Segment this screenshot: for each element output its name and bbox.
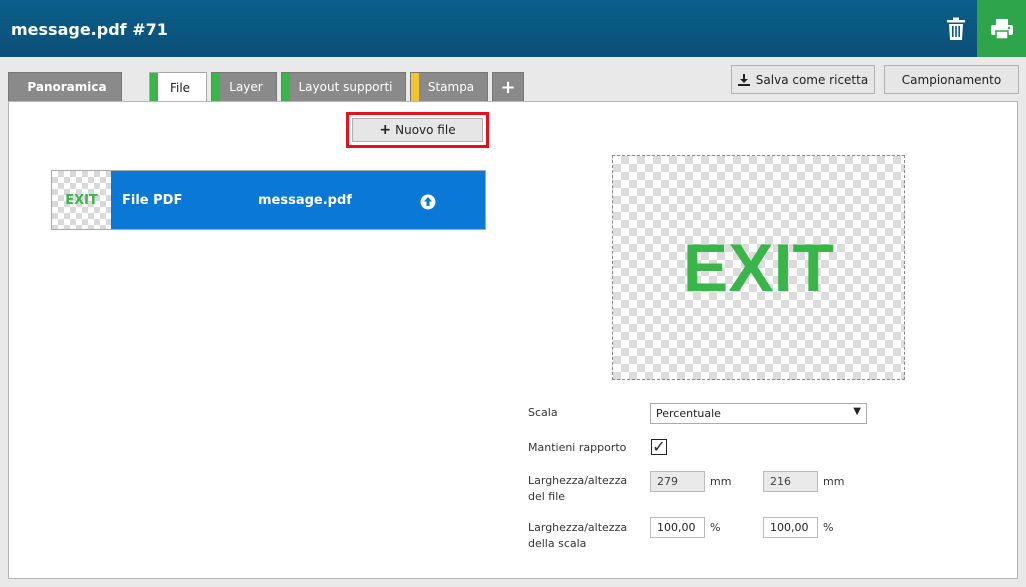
tab-label: Layer <box>229 80 263 94</box>
file-preview: EXIT <box>612 155 905 380</box>
chevron-down-icon: ▼ <box>853 406 861 417</box>
file-size-label: Larghezza/altezza del file <box>528 473 627 505</box>
print-button[interactable] <box>977 0 1026 57</box>
tab-layer[interactable]: Layer <box>211 72 277 101</box>
upload-icon[interactable] <box>420 194 436 210</box>
add-tab-button[interactable]: + <box>492 72 524 101</box>
preview-text: EXIT <box>682 229 835 306</box>
tab-label: Stampa <box>427 80 475 94</box>
new-file-label: Nuovo file <box>395 123 456 137</box>
sampling-button[interactable]: Campionamento <box>884 65 1019 94</box>
file-size-label-line1: Larghezza/altezza <box>528 474 628 487</box>
keep-ratio-checkbox[interactable]: ✓ <box>651 439 667 455</box>
tab-stampa[interactable]: Stampa <box>410 72 488 101</box>
file-thumbnail: EXIT <box>52 171 111 229</box>
scale-select-value: Percentuale <box>656 407 721 420</box>
thumbnail-text: EXIT <box>65 192 98 208</box>
tab-panoramica[interactable]: Panoramica <box>8 72 122 101</box>
file-type: File PDF <box>122 193 183 208</box>
scale-size-label-line1: Larghezza/altezza <box>528 521 628 534</box>
tab-status-stripe <box>282 73 290 101</box>
tab-file[interactable]: File <box>149 72 207 102</box>
download-icon <box>737 73 750 86</box>
new-file-button[interactable]: + Nuovo file <box>352 118 483 142</box>
keep-ratio-label: Mantieni rapporto <box>528 441 627 454</box>
tab-label: Panoramica <box>27 80 107 94</box>
scale-size-label: Larghezza/altezza della scala <box>528 520 627 552</box>
scale-label: Scala <box>528 406 558 419</box>
scale-size-label-line2: della scala <box>528 537 587 550</box>
scale-width-input[interactable]: 100,00 <box>650 517 705 538</box>
plus-icon: + <box>379 122 392 138</box>
trash-icon <box>947 17 965 40</box>
printer-icon <box>990 18 1013 40</box>
delete-button[interactable] <box>936 0 976 57</box>
plus-icon: + <box>500 76 516 98</box>
scale-height-unit: % <box>823 521 834 534</box>
tab-label: Layout supporti <box>298 80 393 94</box>
tab-status-stripe <box>150 73 158 102</box>
scale-select[interactable]: Percentuale ▼ <box>650 403 867 424</box>
file-height-unit: mm <box>823 475 845 488</box>
tab-status-stripe <box>411 73 419 101</box>
checkmark-icon: ✓ <box>652 437 666 456</box>
file-height-field: 216 <box>763 471 818 492</box>
scale-height-input[interactable]: 100,00 <box>763 517 818 538</box>
file-width-unit: mm <box>710 475 732 488</box>
file-size-label-line2: del file <box>528 490 566 503</box>
top-bar: message.pdf #71 <box>0 0 1026 57</box>
tab-status-stripe <box>212 73 220 101</box>
save-recipe-label: Salva come ricetta <box>755 72 869 87</box>
new-file-highlight: + Nuovo file <box>346 112 489 148</box>
scale-width-unit: % <box>710 521 721 534</box>
file-width-field: 279 <box>650 471 705 492</box>
tab-layout-supporti[interactable]: Layout supporti <box>281 72 406 101</box>
sampling-label: Campionamento <box>901 72 1002 87</box>
file-name: message.pdf <box>258 193 352 208</box>
file-list-item[interactable]: EXIT File PDF message.pdf <box>51 170 486 230</box>
page-title: message.pdf #71 <box>11 20 168 39</box>
save-recipe-button[interactable]: Salva come ricetta <box>731 65 875 94</box>
tab-label: File <box>169 80 191 95</box>
